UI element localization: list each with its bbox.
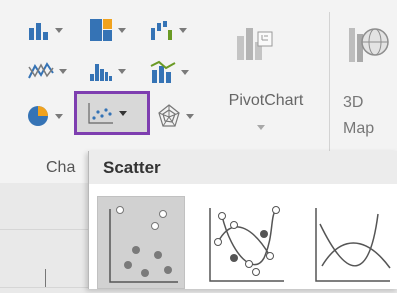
chevron-down-icon xyxy=(257,125,265,130)
chevron-down-icon xyxy=(55,27,63,33)
chevron-down-icon xyxy=(186,113,194,119)
pivotchart-icon xyxy=(237,28,273,60)
hierarchy-chart-button[interactable] xyxy=(89,18,126,42)
bar-chart-icon xyxy=(29,23,48,40)
bar-chart-button[interactable] xyxy=(28,19,63,41)
scatter-smooth-lines-option[interactable] xyxy=(310,196,397,289)
3d-map-icon xyxy=(349,28,389,62)
scatter-option[interactable] xyxy=(97,196,185,289)
cell-marker xyxy=(45,269,46,287)
scatter-chart-button[interactable] xyxy=(74,91,150,135)
radar-chart-button[interactable] xyxy=(157,104,194,128)
chevron-down-icon xyxy=(179,27,187,33)
scatter-gallery-title: Scatter xyxy=(89,151,397,184)
line-chart-icon xyxy=(28,62,54,79)
chevron-down-icon xyxy=(181,69,189,75)
scatter-gallery-popup: Scatter xyxy=(88,151,397,289)
chevron-down-icon xyxy=(55,113,63,119)
pie-chart-button[interactable] xyxy=(26,104,63,128)
chevron-down-icon xyxy=(118,68,126,74)
waterfall-chart-icon xyxy=(151,21,172,40)
waterfall-chart-button[interactable] xyxy=(150,18,187,42)
gridline xyxy=(0,229,88,230)
line-chart-button[interactable] xyxy=(28,61,67,81)
combo-chart-button[interactable] xyxy=(150,60,189,84)
scatter-icon xyxy=(109,206,178,283)
hierarchy-chart-icon xyxy=(90,19,112,41)
chevron-down-icon xyxy=(119,110,127,116)
3d-map-label-line1: 3D xyxy=(343,94,364,111)
pie-chart-icon xyxy=(28,106,48,126)
3d-map-label-line2: Map xyxy=(343,120,375,137)
statistic-chart-button[interactable] xyxy=(89,60,126,82)
scatter-smooth-lines-icon xyxy=(315,208,391,282)
charts-group-label: Cha xyxy=(46,159,76,176)
pivotchart-label: PivotChart xyxy=(228,92,304,109)
scatter-smooth-lines-markers-option[interactable] xyxy=(204,196,292,289)
3d-map-button[interactable]: 3D Map xyxy=(337,18,397,168)
chevron-down-icon xyxy=(59,68,67,74)
worksheet-area xyxy=(0,183,88,289)
ribbon-separator xyxy=(329,12,330,157)
scatter-chart-icon xyxy=(88,103,113,124)
radar-chart-icon xyxy=(158,104,180,127)
chevron-down-icon xyxy=(118,27,126,33)
gridline xyxy=(0,287,88,288)
statistic-chart-icon xyxy=(90,64,112,81)
scatter-smooth-lines-markers-icon xyxy=(209,206,284,282)
combo-chart-icon xyxy=(150,60,176,83)
